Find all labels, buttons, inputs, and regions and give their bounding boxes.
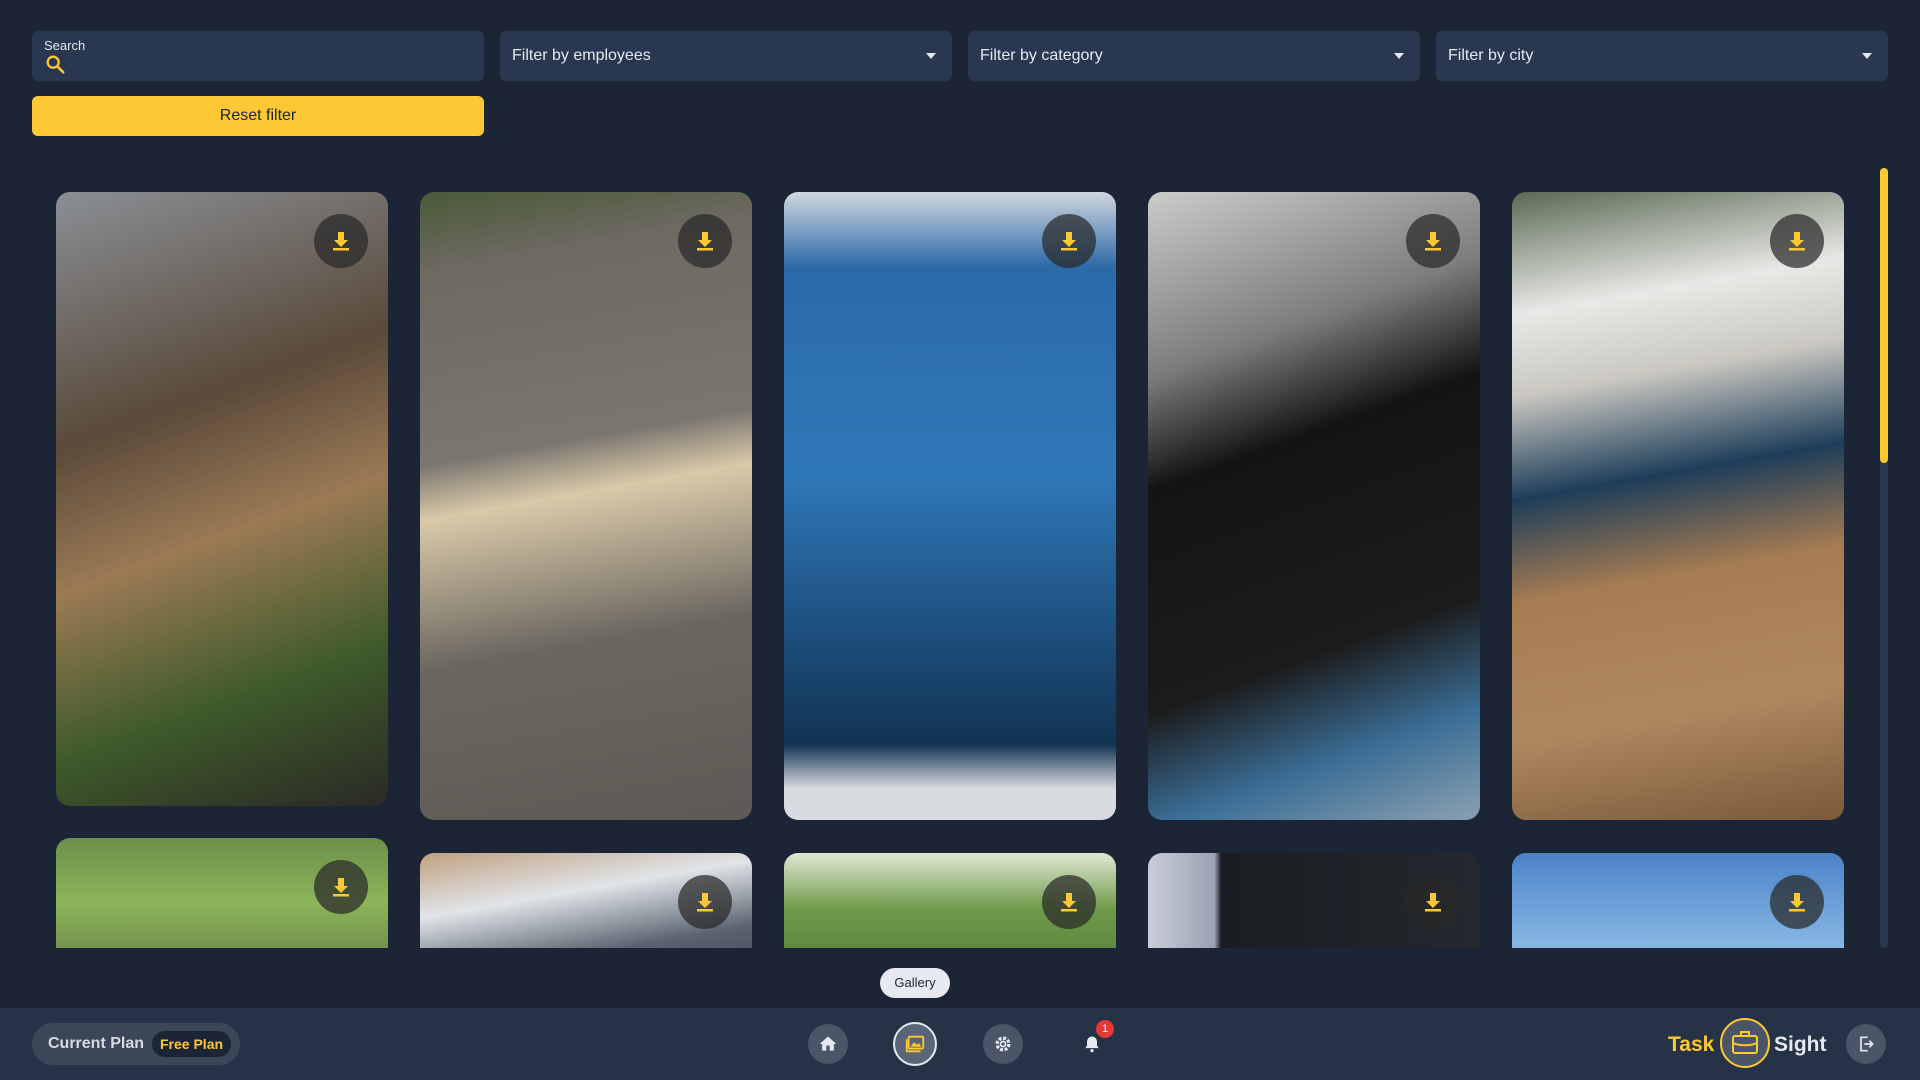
download-button[interactable] (678, 214, 732, 268)
download-icon (1425, 232, 1441, 251)
download-icon (1061, 893, 1077, 912)
logo-text-right: Sight (1774, 1033, 1827, 1056)
photo-card[interactable] (420, 192, 752, 820)
download-button[interactable] (1770, 875, 1824, 929)
logout-icon (1860, 1036, 1874, 1052)
notification-count-badge: 1 (1096, 1020, 1114, 1038)
employees-select[interactable]: Filter by employees (500, 31, 952, 81)
filter-bar: Search Filter by employees Filter by cat… (32, 31, 1888, 81)
bottom-navigation-bar: Current Plan Free Plan 1 Task Sight (0, 1008, 1920, 1080)
plan-label: Current Plan (48, 1035, 145, 1052)
employees-select-label: Filter by employees (512, 47, 651, 64)
reset-filter-button[interactable]: Reset filter (32, 96, 484, 136)
download-icon (333, 232, 349, 251)
plan-badge: Free Plan (152, 1031, 232, 1057)
download-icon (1425, 893, 1441, 912)
download-icon (697, 893, 713, 912)
download-icon (1789, 893, 1805, 912)
photo-card[interactable] (420, 853, 752, 948)
home-button[interactable] (808, 1024, 848, 1064)
download-icon (333, 878, 349, 897)
settings-button[interactable] (983, 1024, 1023, 1064)
chevron-down-icon (926, 53, 936, 59)
download-icon (697, 232, 713, 251)
photo-card[interactable] (56, 838, 388, 948)
download-button[interactable] (314, 860, 368, 914)
scrollbar-thumb[interactable] (1880, 168, 1888, 463)
download-button[interactable] (1406, 214, 1460, 268)
download-icon (1061, 232, 1077, 251)
gallery-tooltip: Gallery (880, 968, 950, 998)
gallery-icon (905, 1035, 925, 1053)
photo-card[interactable] (1148, 853, 1480, 948)
download-button[interactable] (678, 875, 732, 929)
download-icon (1789, 232, 1805, 251)
briefcase-icon (1720, 1018, 1770, 1068)
photo-card[interactable] (784, 853, 1116, 948)
app-logo: Task Sight (1668, 1018, 1844, 1070)
photo-card[interactable] (1512, 853, 1844, 948)
settings-icon (995, 1036, 1011, 1052)
search-field[interactable]: Search (32, 31, 484, 81)
chevron-down-icon (1394, 53, 1404, 59)
photo-gallery (56, 168, 1846, 948)
photo-card[interactable] (56, 192, 388, 806)
city-select-label: Filter by city (1448, 47, 1534, 64)
search-label: Search (44, 38, 86, 53)
gallery-scrollbar[interactable] (1880, 168, 1888, 948)
download-button[interactable] (1406, 875, 1460, 929)
logout-button[interactable] (1846, 1024, 1886, 1064)
search-input[interactable] (72, 53, 472, 75)
photo-card[interactable] (1512, 192, 1844, 820)
download-button[interactable] (314, 214, 368, 268)
bell-icon (1085, 1036, 1099, 1053)
current-plan-chip[interactable]: Current Plan Free Plan (32, 1023, 240, 1065)
home-icon (819, 1036, 837, 1051)
chevron-down-icon (1862, 53, 1872, 59)
photo-card[interactable] (1148, 192, 1480, 820)
download-button[interactable] (1042, 875, 1096, 929)
download-button[interactable] (1770, 214, 1824, 268)
download-button[interactable] (1042, 214, 1096, 268)
category-select[interactable]: Filter by category (968, 31, 1420, 81)
logo-text-left: Task (1668, 1033, 1715, 1056)
category-select-label: Filter by category (980, 47, 1103, 64)
search-icon (46, 55, 65, 74)
photo-card[interactable] (784, 192, 1116, 820)
gallery-button[interactable] (893, 1022, 937, 1066)
city-select[interactable]: Filter by city (1436, 31, 1888, 81)
